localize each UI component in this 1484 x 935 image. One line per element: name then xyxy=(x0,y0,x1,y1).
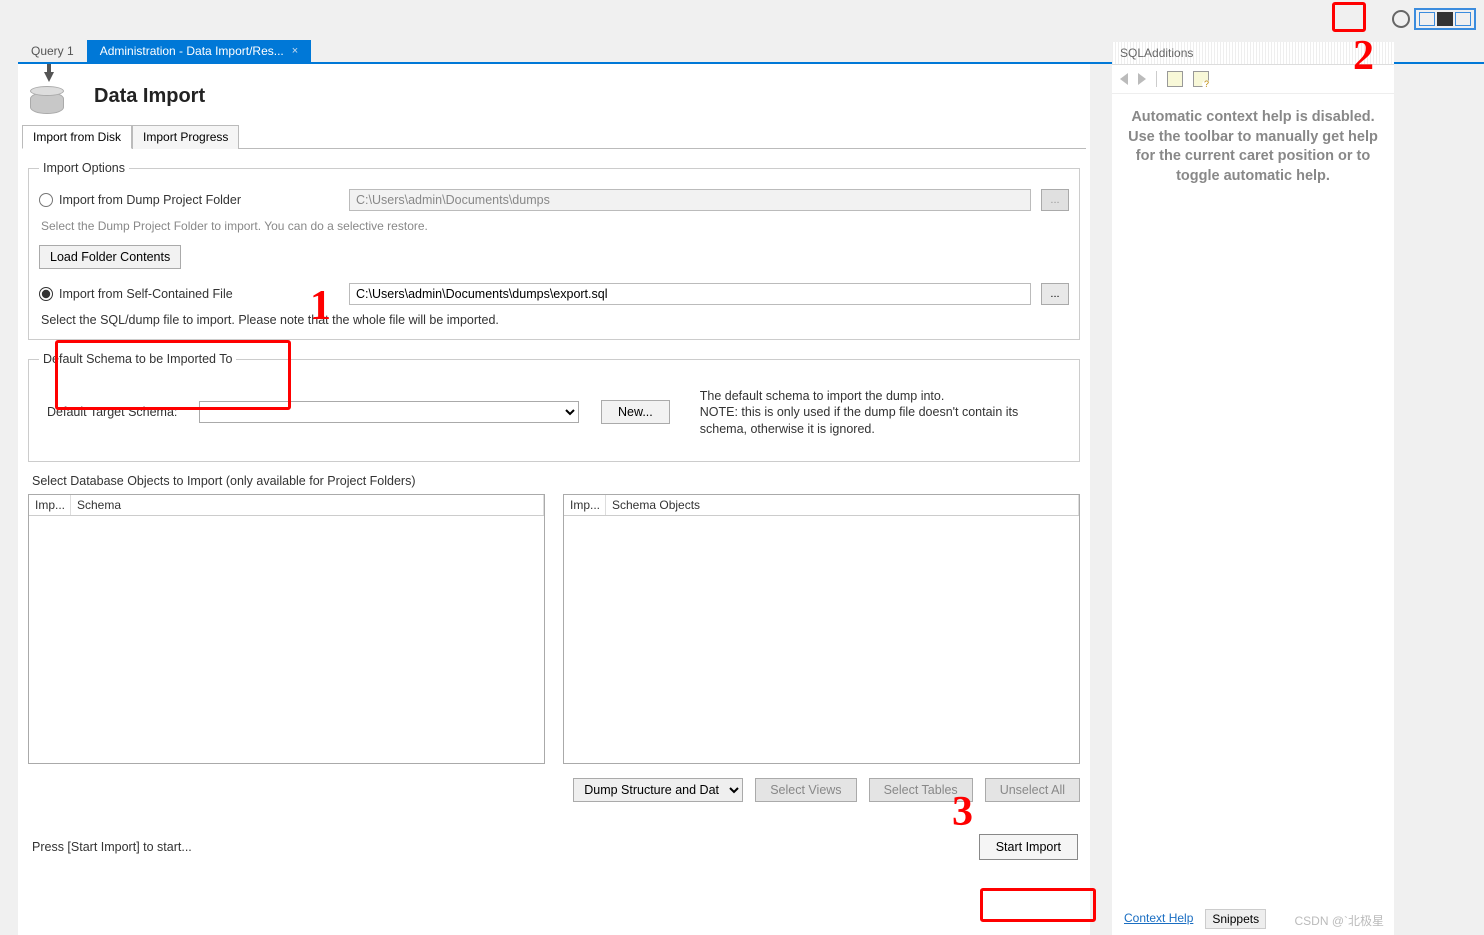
annotation-box-2 xyxy=(1332,2,1366,32)
objects-col-schema-objects[interactable]: Schema Objects xyxy=(606,495,1079,515)
dump-mode-select[interactable]: Dump Structure and Dat xyxy=(573,778,743,802)
folder-path-input xyxy=(349,189,1031,211)
subtab-import-from-disk[interactable]: Import from Disk xyxy=(22,125,132,149)
subtab-bar: Import from Disk Import Progress xyxy=(22,124,1086,149)
panel-left-icon xyxy=(1419,12,1435,26)
side-tab-context-help[interactable]: Context Help xyxy=(1118,909,1199,929)
browse-file-button[interactable]: ... xyxy=(1041,283,1069,305)
start-import-button[interactable]: Start Import xyxy=(979,834,1078,860)
toolbar-separator xyxy=(1156,71,1157,87)
sql-additions-panel: SQLAdditions Automatic context help is d… xyxy=(1112,42,1394,935)
new-schema-button[interactable]: New... xyxy=(601,400,670,424)
select-tables-button: Select Tables xyxy=(869,778,973,802)
update-icon[interactable] xyxy=(1392,10,1410,28)
editor-tabbar: Query 1 Administration - Data Import/Res… xyxy=(18,40,1090,62)
auto-help-toggle-icon[interactable] xyxy=(1193,71,1209,87)
radio-from-file-label: Import from Self-Contained File xyxy=(59,287,233,301)
tab-close-icon[interactable]: × xyxy=(292,45,298,57)
default-schema-note: The default schema to import the dump in… xyxy=(700,388,1040,437)
nav-forward-icon[interactable] xyxy=(1138,73,1146,85)
objects-title: Select Database Objects to Import (only … xyxy=(32,474,1080,488)
tab-query-1[interactable]: Query 1 xyxy=(18,40,87,62)
import-options-group: Import Options Import from Dump Project … xyxy=(28,161,1080,340)
default-schema-group: Default Schema to be Imported To Default… xyxy=(28,352,1080,462)
objects-section: Select Database Objects to Import (only … xyxy=(28,474,1080,802)
schemas-table[interactable]: Imp... Schema xyxy=(28,494,545,764)
page-title: Data Import xyxy=(94,85,205,108)
panel-layout-toggle[interactable] xyxy=(1414,8,1476,30)
radio-from-file-input[interactable] xyxy=(39,287,53,301)
manual-help-icon[interactable] xyxy=(1167,71,1183,87)
subtab-import-progress[interactable]: Import Progress xyxy=(132,125,239,149)
import-options-legend: Import Options xyxy=(39,161,129,175)
unselect-all-button: Unselect All xyxy=(985,778,1080,802)
side-tab-snippets[interactable]: Snippets xyxy=(1205,909,1266,929)
radio-from-folder-input[interactable] xyxy=(39,193,53,207)
radio-from-folder[interactable]: Import from Dump Project Folder xyxy=(39,193,339,207)
context-help-message: Automatic context help is disabled. Use … xyxy=(1112,94,1394,200)
browse-folder-button: ... xyxy=(1041,189,1069,211)
tab-admin-label: Administration - Data Import/Res... xyxy=(100,44,284,58)
watermark: CSDN @`北极星 xyxy=(1294,912,1384,929)
data-import-icon xyxy=(30,78,78,114)
nav-back-icon[interactable] xyxy=(1120,73,1128,85)
panel-right-icon xyxy=(1455,12,1471,26)
main-panel: Data Import Import from Disk Import Prog… xyxy=(18,64,1090,935)
objects-col-imp[interactable]: Imp... xyxy=(564,495,606,515)
radio-from-folder-label: Import from Dump Project Folder xyxy=(59,193,241,207)
schemas-col-imp[interactable]: Imp... xyxy=(29,495,71,515)
select-views-button: Select Views xyxy=(755,778,856,802)
default-schema-select[interactable] xyxy=(199,401,579,423)
panel-bottom-icon xyxy=(1437,12,1453,26)
sql-additions-header: SQLAdditions xyxy=(1112,42,1394,65)
footer-hint: Press [Start Import] to start... xyxy=(32,840,192,854)
file-hint: Select the SQL/dump file to import. Plea… xyxy=(41,313,1069,327)
schemas-col-schema[interactable]: Schema xyxy=(71,495,544,515)
sql-additions-toolbar xyxy=(1112,65,1394,94)
default-schema-label: Default Target Schema: xyxy=(39,405,189,419)
default-schema-legend: Default Schema to be Imported To xyxy=(39,352,236,366)
folder-hint: Select the Dump Project Folder to import… xyxy=(41,219,1069,233)
tab-admin-data-import[interactable]: Administration - Data Import/Res... × xyxy=(87,40,312,62)
schema-objects-table[interactable]: Imp... Schema Objects xyxy=(563,494,1080,764)
load-folder-contents-button[interactable]: Load Folder Contents xyxy=(39,245,181,269)
file-path-input[interactable] xyxy=(349,283,1031,305)
radio-from-file[interactable]: Import from Self-Contained File xyxy=(39,287,339,301)
